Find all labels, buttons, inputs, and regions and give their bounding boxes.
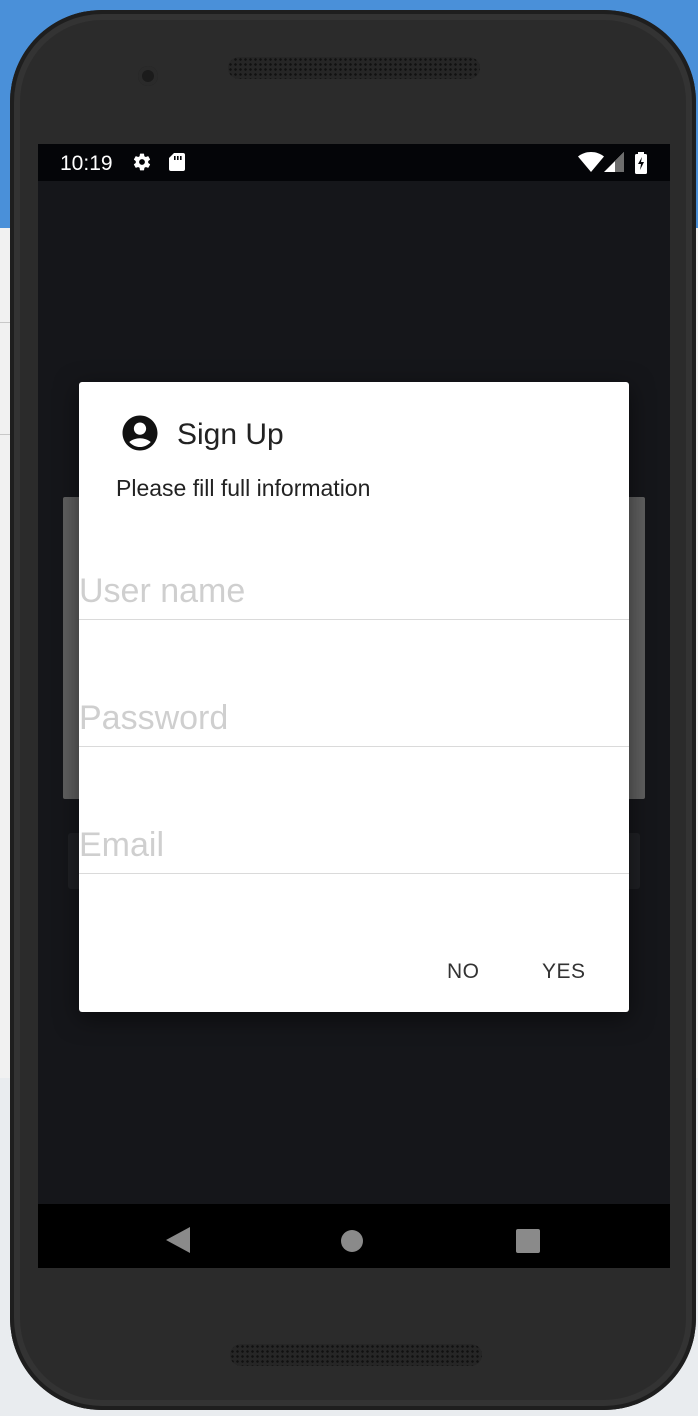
wifi-icon <box>578 152 604 177</box>
password-field-container <box>79 686 629 747</box>
recents-square-icon[interactable] <box>516 1229 540 1258</box>
front-camera <box>138 66 158 86</box>
sign-up-dialog: Sign Up Please fill full information NO … <box>79 382 629 1012</box>
username-field-container <box>79 559 629 620</box>
yes-button[interactable]: YES <box>536 956 592 988</box>
sd-card-icon <box>168 152 186 177</box>
back-triangle-icon[interactable] <box>166 1227 190 1258</box>
battery-charging-icon <box>634 152 648 179</box>
phone-screen: 10:19 Sign Up Please fill full informati… <box>38 144 670 1268</box>
account-circle-icon <box>119 412 161 459</box>
username-input[interactable] <box>79 572 619 611</box>
bottom-speaker <box>230 1344 482 1366</box>
signal-icon <box>604 152 624 177</box>
status-time: 10:19 <box>60 152 113 175</box>
phone-frame: 10:19 Sign Up Please fill full informati… <box>10 10 696 1410</box>
password-input[interactable] <box>79 699 619 738</box>
dialog-title: Sign Up <box>177 418 284 451</box>
home-circle-icon[interactable] <box>341 1230 363 1257</box>
email-field-container <box>79 813 629 874</box>
earpiece-speaker <box>228 57 480 79</box>
dialog-message: Please fill full information <box>116 475 371 501</box>
no-button[interactable]: NO <box>441 956 486 988</box>
dialog-header: Sign Up <box>119 414 284 456</box>
email-input[interactable] <box>79 826 619 865</box>
navigation-bar <box>38 1204 670 1268</box>
status-bar: 10:19 <box>38 144 670 181</box>
gear-icon <box>132 152 152 177</box>
